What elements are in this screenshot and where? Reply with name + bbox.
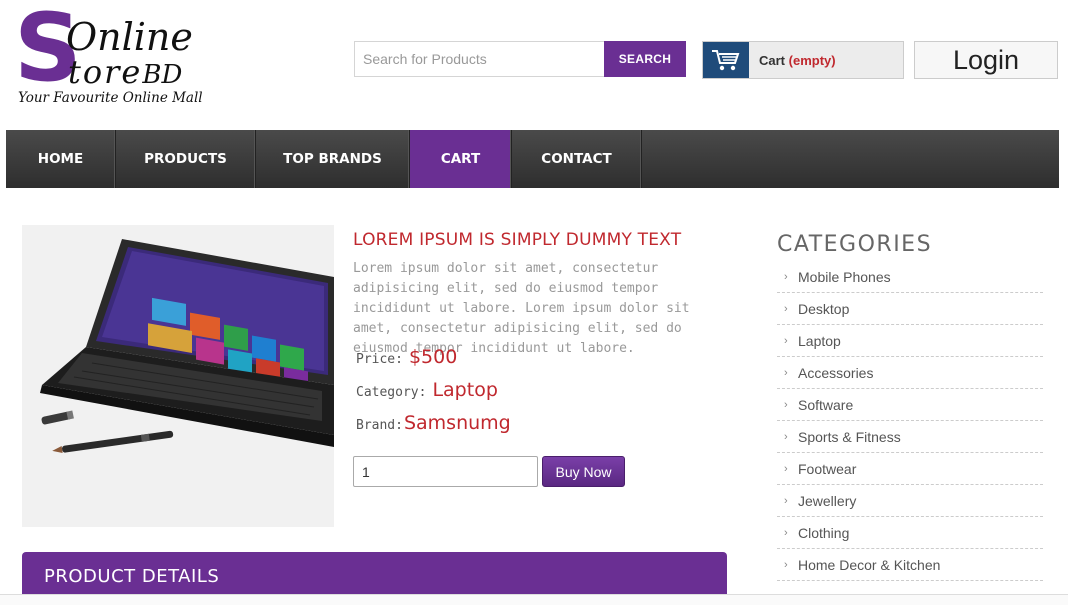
nav-contact[interactable]: CONTACT bbox=[512, 130, 642, 188]
logo-store-text: toreBD bbox=[68, 53, 183, 91]
category-item-mobile-phones[interactable]: › Mobile Phones bbox=[777, 262, 1043, 293]
category-item-laptop[interactable]: › Laptop bbox=[777, 325, 1043, 357]
price-value: $500 bbox=[408, 346, 458, 368]
product-details-title: PRODUCT DETAILS bbox=[44, 566, 220, 587]
price-label: Price: bbox=[356, 352, 403, 367]
brand-value: Samsnumg bbox=[403, 412, 511, 434]
cart-label: Cart (empty) bbox=[759, 52, 836, 68]
chevron-right-icon: › bbox=[784, 430, 788, 443]
header-cart[interactable]: Cart (empty) bbox=[702, 41, 904, 79]
category-item-software[interactable]: › Software bbox=[777, 389, 1043, 421]
category-item-jewellery[interactable]: › Jewellery bbox=[777, 485, 1043, 517]
cart-status: (empty) bbox=[788, 52, 836, 68]
nav-home[interactable]: HOME bbox=[6, 130, 116, 188]
chevron-right-icon: › bbox=[784, 398, 788, 411]
search-button[interactable]: SEARCH bbox=[604, 41, 686, 77]
chevron-right-icon: › bbox=[784, 462, 788, 475]
chevron-right-icon: › bbox=[784, 526, 788, 539]
chevron-right-icon: › bbox=[784, 494, 788, 507]
site-logo[interactable]: S Online toreBD Your Favourite Online Ma… bbox=[14, 2, 244, 113]
nav-top-brands[interactable]: TOP BRANDS bbox=[256, 130, 410, 188]
categories-heading: CATEGORIES bbox=[777, 232, 933, 257]
product-title: LOREM IPSUM IS SIMPLY DUMMY TEXT bbox=[353, 230, 682, 250]
chevron-right-icon: › bbox=[784, 302, 788, 315]
chevron-right-icon: › bbox=[784, 366, 788, 379]
category-item-footwear[interactable]: › Footwear bbox=[777, 453, 1043, 485]
nav-cart[interactable]: CART bbox=[410, 130, 512, 188]
horizontal-scrollbar[interactable] bbox=[0, 594, 1068, 605]
search-input[interactable] bbox=[354, 41, 604, 77]
shopping-cart-icon bbox=[703, 42, 749, 78]
category-item-sports-fitness[interactable]: › Sports & Fitness bbox=[777, 421, 1043, 453]
category-item-accessories[interactable]: › Accessories bbox=[777, 357, 1043, 389]
chevron-right-icon: › bbox=[784, 558, 788, 571]
quantity-input[interactable] bbox=[353, 456, 538, 487]
nav-products[interactable]: PRODUCTS bbox=[116, 130, 256, 188]
logo-online-text: Online bbox=[66, 15, 193, 59]
product-brand-row: Brand: Samsnumg bbox=[356, 412, 511, 434]
product-image bbox=[22, 225, 334, 527]
product-price-row: Price: $500 bbox=[356, 346, 457, 368]
main-nav: HOME PRODUCTS TOP BRANDS CART CONTACT bbox=[6, 130, 1059, 188]
category-item-desktop[interactable]: › Desktop bbox=[777, 293, 1043, 325]
product-category-row: Category: Laptop bbox=[356, 379, 498, 401]
login-button[interactable]: Login bbox=[914, 41, 1058, 79]
logo-tagline: Your Favourite Online Mall bbox=[18, 90, 203, 106]
category-item-home-decor-kitchen[interactable]: › Home Decor & Kitchen bbox=[777, 549, 1043, 581]
search-bar: SEARCH bbox=[354, 41, 686, 77]
category-list: › Mobile Phones › Desktop › Laptop › Accesso… bbox=[777, 262, 1043, 581]
category-item-clothing[interactable]: › Clothing bbox=[777, 517, 1043, 549]
category-value: Laptop bbox=[432, 379, 498, 401]
chevron-right-icon: › bbox=[784, 334, 788, 347]
buy-now-button[interactable]: Buy Now bbox=[542, 456, 625, 487]
chevron-right-icon: › bbox=[784, 271, 788, 283]
brand-label: Brand: bbox=[356, 418, 403, 433]
category-label: Category: bbox=[356, 385, 427, 400]
product-description: Lorem ipsum dolor sit amet, consectetur … bbox=[353, 261, 690, 356]
